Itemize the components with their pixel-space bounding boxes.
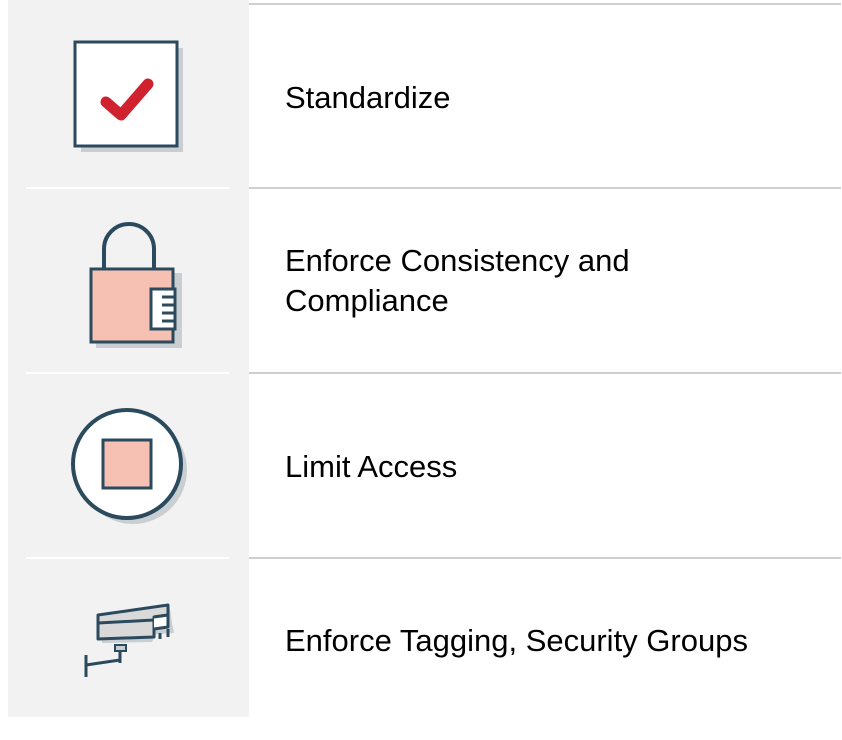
checkbox-checked-icon [73, 40, 183, 152]
row-icon-container [8, 189, 249, 372]
row-enforce-tagging: Enforce Tagging, Security Groups [0, 559, 842, 717]
padlock-icon [89, 222, 182, 348]
row-standardize: Standardize [0, 5, 842, 187]
row-enforce-consistency: Enforce Consistency and Compliance [0, 189, 842, 372]
row-icon-container [8, 5, 249, 187]
security-camera-icon [84, 603, 174, 677]
row-label: Enforce Tagging, Security Groups [285, 623, 748, 658]
stop-button-icon [71, 408, 187, 524]
row-icon-container [8, 559, 249, 717]
row-icon-container [8, 374, 249, 557]
row-label: Enforce Consistency and Compliance [285, 243, 630, 318]
row-limit-access: Limit Access [0, 374, 842, 557]
row-label: Standardize [285, 80, 451, 115]
row-label: Limit Access [285, 449, 458, 484]
